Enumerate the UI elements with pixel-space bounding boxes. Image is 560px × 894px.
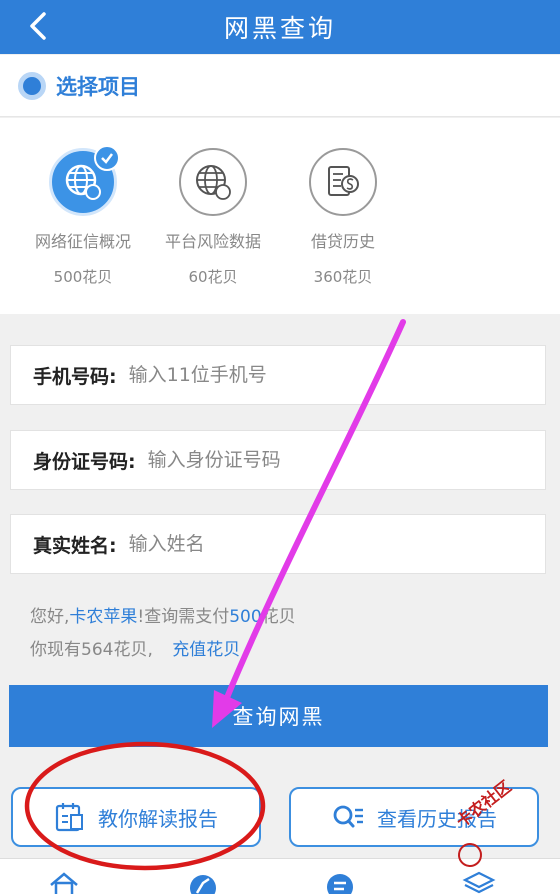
compass-icon[interactable] (186, 871, 220, 894)
phone-label: 手机号码: (33, 365, 117, 388)
calendar-doc-icon (55, 803, 83, 832)
real-name-label: 真实姓名: (33, 534, 117, 557)
recharge-link[interactable]: 充值花贝 (172, 640, 240, 660)
phone-field-row: 手机号码: (10, 345, 546, 405)
option-loan-history[interactable]: 借贷历史 360花贝 (268, 148, 418, 287)
balance-info: 你现有564花贝, 充值花贝 (30, 635, 240, 660)
document-money-icon (309, 148, 377, 216)
top-bar: 网黑查询 (0, 0, 560, 54)
search-list-icon (333, 805, 363, 828)
option-name: 网络征信概况 (34, 232, 131, 251)
option-name: 平台风险数据 (164, 232, 261, 251)
id-number-input[interactable] (147, 449, 468, 471)
page-title: 网黑查询 (223, 14, 336, 43)
home-icon[interactable] (48, 871, 80, 894)
option-list: 网络征信概况 500花贝 平台风险数据 60花贝 借贷历史 360花贝 (0, 118, 560, 314)
check-icon (94, 145, 120, 171)
phone-input[interactable] (128, 364, 449, 386)
cost-value: 500 (229, 607, 262, 627)
section-dot-icon (18, 71, 46, 100)
cost-unit: 花贝 (261, 607, 296, 627)
greeting-prefix: 您好, (30, 607, 70, 627)
option-network-credit[interactable]: 网络征信概况 500花贝 (8, 145, 158, 287)
globe-coin-icon (179, 148, 247, 216)
chat-icon[interactable] (324, 871, 356, 894)
tutorial-button[interactable]: 教你解读报告 (11, 787, 261, 847)
section-title: 选择项目 (56, 74, 140, 99)
option-price: 60花贝 (188, 268, 238, 286)
payment-info: 您好,卡农苹果!查询需支付500花贝 (30, 602, 296, 627)
chevron-left-icon (30, 12, 46, 40)
tutorial-label: 教你解读报告 (98, 806, 218, 831)
layers-icon[interactable] (462, 871, 496, 894)
real-name-input[interactable] (128, 533, 449, 555)
back-button[interactable] (18, 6, 58, 46)
option-price: 500花贝 (53, 268, 113, 286)
greeting-mid: !查询需支付 (137, 607, 230, 627)
username: 卡农苹果 (69, 607, 138, 627)
query-button[interactable]: 查询网黑 (9, 685, 548, 747)
id-number-label: 身份证号码: (33, 450, 136, 473)
section-header: 选择项目 (0, 55, 560, 117)
globe-coin-icon (49, 145, 120, 216)
option-name: 借贷历史 (310, 232, 375, 251)
name-field-row: 真实姓名: (10, 514, 546, 574)
balance-text: 你现有564花贝, (30, 640, 153, 660)
id-field-row: 身份证号码: (10, 430, 546, 490)
option-price: 360花贝 (313, 268, 373, 286)
option-platform-risk[interactable]: 平台风险数据 60花贝 (138, 148, 288, 287)
